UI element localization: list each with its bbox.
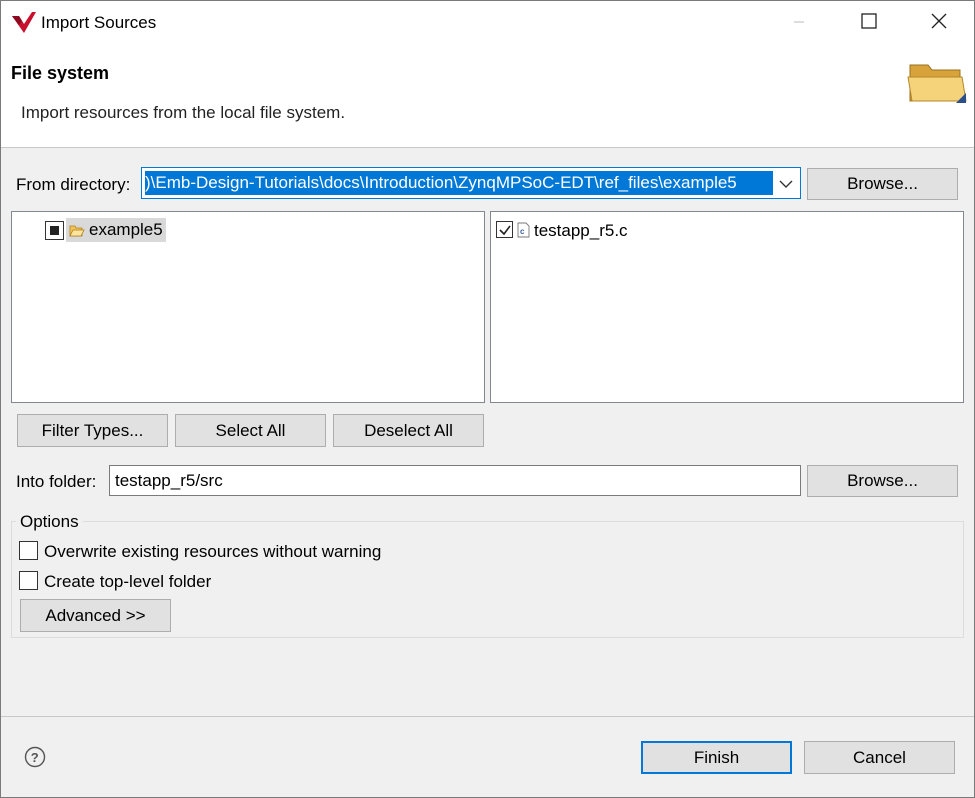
footer-separator [1, 716, 974, 717]
select-all-button[interactable]: Select All [175, 414, 326, 447]
maximize-button[interactable] [846, 1, 892, 45]
file-item-checkbox[interactable] [496, 221, 513, 238]
svg-text:c: c [520, 227, 525, 236]
top-level-folder-option[interactable]: Create top-level folder [19, 570, 279, 594]
into-folder-label: Into folder: [16, 472, 97, 491]
open-folder-icon [69, 223, 85, 237]
partial-check-icon [50, 226, 59, 235]
close-button[interactable] [916, 1, 962, 45]
tree-item-label: example5 [89, 220, 163, 239]
file-item-testapp[interactable]: c testapp_r5.c [495, 218, 645, 242]
tree-item-checkbox[interactable] [45, 221, 64, 240]
xilinx-logo-icon [11, 11, 37, 35]
overwrite-checkbox[interactable] [19, 541, 38, 560]
folder-tree[interactable]: example5 [11, 211, 485, 403]
file-item-label: testapp_r5.c [534, 221, 628, 240]
chevron-down-icon[interactable] [774, 170, 798, 198]
finish-button[interactable]: Finish [641, 741, 792, 774]
window-title: Import Sources [41, 13, 157, 32]
maximize-icon [861, 12, 877, 34]
minimize-icon [793, 13, 805, 33]
filter-types-button[interactable]: Filter Types... [17, 414, 168, 447]
top-level-folder-label: Create top-level folder [44, 572, 212, 591]
into-folder-input[interactable]: testapp_r5/src [109, 465, 801, 496]
overwrite-label: Overwrite existing resources without war… [44, 542, 382, 561]
deselect-all-button[interactable]: Deselect All [333, 414, 484, 447]
minimize-button[interactable] [776, 1, 822, 45]
from-directory-label: From directory: [16, 175, 131, 194]
from-directory-browse-button[interactable]: Browse... [807, 168, 958, 200]
options-group-title: Options [16, 512, 83, 532]
overwrite-option[interactable]: Overwrite existing resources without war… [19, 540, 439, 564]
advanced-button[interactable]: Advanced >> [20, 599, 171, 632]
page-description: Import resources from the local file sys… [21, 103, 346, 122]
title-bar[interactable]: Import Sources [1, 1, 974, 45]
file-list[interactable]: c testapp_r5.c [490, 211, 964, 403]
page-title: File system [11, 63, 110, 83]
wizard-header: File system Import resources from the lo… [1, 45, 974, 148]
svg-text:?: ? [31, 750, 39, 765]
from-directory-value[interactable]: )\Emb-Design-Tutorials\docs\Introduction… [145, 171, 773, 195]
cancel-button[interactable]: Cancel [804, 741, 955, 774]
open-folder-icon [906, 55, 968, 109]
help-icon[interactable]: ? [24, 746, 46, 768]
into-folder-browse-button[interactable]: Browse... [807, 465, 958, 497]
close-icon [931, 13, 947, 34]
c-file-icon: c [517, 222, 530, 238]
from-directory-combo[interactable]: )\Emb-Design-Tutorials\docs\Introduction… [141, 167, 801, 199]
tree-item-example5[interactable]: example5 [44, 218, 166, 242]
top-level-folder-checkbox[interactable] [19, 571, 38, 590]
